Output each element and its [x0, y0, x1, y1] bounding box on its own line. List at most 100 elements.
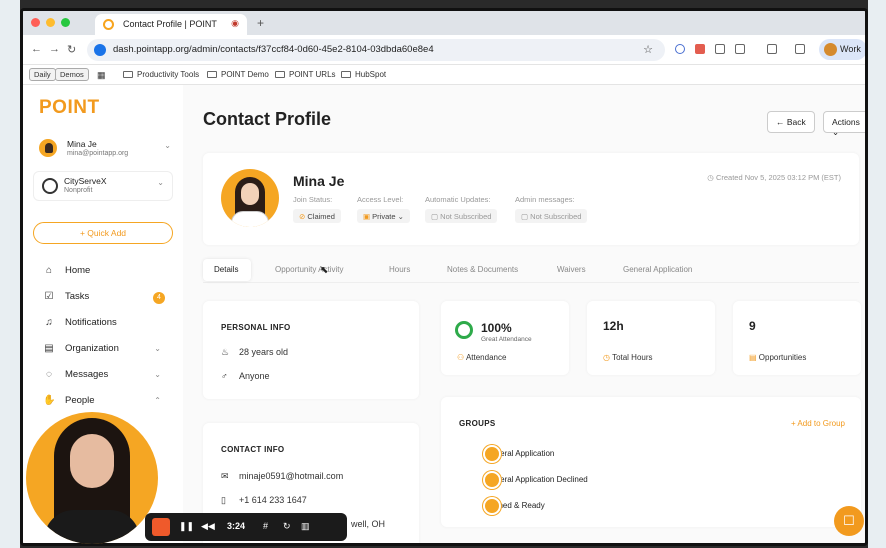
- restart-icon[interactable]: ↻: [283, 521, 291, 532]
- point-logo[interactable]: POINT: [39, 97, 100, 119]
- access-level-select[interactable]: ▣ Private ⌄: [357, 209, 410, 223]
- apps-grid-icon[interactable]: ▦: [97, 70, 106, 81]
- hours-value: 12h: [603, 319, 624, 333]
- automatic-updates-label: Automatic Updates:: [425, 195, 491, 204]
- hours-label-text: Total Hours: [612, 353, 653, 362]
- webcam-shirt: [44, 510, 140, 544]
- trash-icon[interactable]: ▥: [301, 521, 310, 532]
- folder-icon: [275, 71, 285, 78]
- actions-dropdown[interactable]: Actions ⌄: [823, 111, 865, 137]
- phone-value: +1 614 233 1647: [239, 495, 307, 505]
- org-switcher[interactable]: CityServeX Nonprofit ⌄: [33, 171, 173, 201]
- camera-extension-icon[interactable]: [715, 44, 725, 54]
- rewind-icon[interactable]: ◀◀: [201, 521, 215, 532]
- stop-recording-button[interactable]: [152, 518, 170, 536]
- age-row: ♨ 28 years old: [221, 347, 288, 358]
- attendance-stat-card: 100% Great Attendance ⚇ Attendance: [441, 301, 569, 375]
- sidebar-item-label: Notifications: [65, 317, 117, 328]
- page-title: Contact Profile: [203, 109, 332, 129]
- arrow-left-icon: ←: [776, 117, 787, 127]
- grid-icon[interactable]: #: [263, 521, 268, 531]
- avatar-face: [241, 183, 259, 205]
- admin-messages-badge: ▢ Not Subscribed: [515, 209, 588, 223]
- quick-add-button[interactable]: + Quick Add: [33, 222, 173, 244]
- profile-button[interactable]: Work: [819, 39, 865, 60]
- chevron-up-icon: ⌃: [154, 396, 161, 405]
- age-value: 28 years old: [239, 347, 289, 357]
- contact-info-title: CONTACT INFO: [221, 445, 285, 454]
- reload-icon[interactable]: ↻: [67, 43, 76, 56]
- bookmark-folder-hubspot[interactable]: HubSpot: [341, 70, 386, 79]
- folder-icon: [207, 71, 217, 78]
- sidebar-item-label: Home: [65, 265, 91, 276]
- group-icon: [483, 471, 501, 489]
- groups-card: GROUPS + Add to Group General Applicatio…: [441, 397, 861, 527]
- browser-tab[interactable]: Contact Profile | POINT ◉: [95, 14, 247, 35]
- clipboard-icon: ☑: [44, 291, 54, 302]
- puzzle-extensions-icon[interactable]: [735, 44, 745, 54]
- bookmark-label: POINT URLs: [289, 70, 336, 79]
- reading-list-icon[interactable]: [767, 44, 777, 54]
- background-edge-right: [868, 0, 886, 548]
- maximize-window-button[interactable]: [61, 18, 70, 27]
- site-info-icon[interactable]: [94, 44, 106, 56]
- sidebar-item-people[interactable]: ✋ People ⌃: [33, 389, 173, 415]
- back-button[interactable]: ← Back: [767, 111, 815, 133]
- tab-notes-documents[interactable]: Notes & Documents: [447, 265, 518, 274]
- bookmark-folder-productivity[interactable]: Productivity Tools: [123, 70, 199, 79]
- add-to-group-button[interactable]: + Add to Group: [791, 419, 845, 428]
- chevron-down-icon: ⌄: [395, 212, 404, 221]
- group-item[interactable]: Trained & Ready: [459, 497, 545, 515]
- tab-opportunity-activity[interactable]: Opportunity Activity: [275, 265, 343, 274]
- sidebar-item-notifications[interactable]: ♫ Notifications: [33, 311, 173, 337]
- new-tab-button[interactable]: +: [257, 16, 264, 30]
- tab-details[interactable]: Details: [214, 265, 238, 274]
- profile-header-card: Mina Je Join Status: Access Level: Autom…: [203, 153, 859, 245]
- hand-icon: ✋: [43, 395, 56, 406]
- recorder-extension-icon[interactable]: [695, 44, 705, 54]
- clock-icon: ◷: [603, 353, 613, 362]
- folder-icon: [341, 71, 351, 78]
- bookmark-star-icon[interactable]: ☆: [643, 43, 653, 56]
- bookmark-daily[interactable]: Daily: [29, 68, 56, 81]
- tab-waivers[interactable]: Waivers: [557, 265, 586, 274]
- back-nav-icon[interactable]: ←: [31, 43, 42, 55]
- phone-row[interactable]: ▯ +1 614 233 1647: [221, 495, 307, 506]
- attendance-ring-icon: [455, 321, 473, 339]
- mail-icon: ✉: [221, 471, 229, 481]
- url-input[interactable]: dash.pointapp.org/admin/contacts/f37ccf8…: [87, 39, 665, 61]
- contact-name: Mina Je: [293, 173, 345, 189]
- address-value: well, OH: [351, 519, 386, 529]
- close-window-button[interactable]: [31, 18, 40, 27]
- automatic-updates-value: Not Subscribed: [440, 212, 492, 221]
- user-switcher[interactable]: Mina Je mina@pointapp.org ⌄: [37, 135, 173, 165]
- sidebar-item-messages[interactable]: ◌ Messages ⌄: [33, 363, 173, 389]
- org-logo-icon: [42, 178, 58, 194]
- group-item[interactable]: General Application Declined: [459, 471, 588, 489]
- gender-icon: ♂: [221, 371, 228, 381]
- bookmark-folder-point-urls[interactable]: POINT URLs: [275, 70, 336, 79]
- bell-icon: ♫: [45, 317, 53, 328]
- tab-general-application[interactable]: General Application: [623, 265, 692, 274]
- sidebar-item-organization[interactable]: ▤ Organization ⌄: [33, 337, 173, 363]
- email-row[interactable]: ✉ minaje0591@hotmail.com: [221, 471, 343, 482]
- chat-support-button[interactable]: ☐: [834, 506, 864, 536]
- attendance-label-text: Attendance: [465, 353, 507, 362]
- tab-hours[interactable]: Hours: [389, 265, 410, 274]
- sidebar-item-home[interactable]: ⌂ Home: [33, 259, 173, 285]
- org-type: Nonprofit: [64, 187, 93, 194]
- bookmark-folder-point-demo[interactable]: POINT Demo: [207, 70, 269, 79]
- media-control-icon[interactable]: [795, 44, 805, 54]
- extension-icon[interactable]: [675, 44, 685, 54]
- sidebar-item-tasks[interactable]: ☑ Tasks 4: [33, 285, 173, 311]
- lock-icon: ▣: [363, 212, 373, 221]
- pause-icon[interactable]: ❚❚: [179, 521, 194, 532]
- forward-nav-icon[interactable]: →: [49, 43, 60, 55]
- opportunities-stat-card: 9 ▤ Opportunities: [733, 301, 861, 375]
- chevron-down-icon: ⌄: [157, 178, 164, 187]
- building-icon: ▤: [44, 343, 54, 354]
- group-item[interactable]: General Application: [459, 445, 554, 463]
- minimize-window-button[interactable]: [46, 18, 55, 27]
- recording-indicator-icon[interactable]: ◉: [231, 18, 239, 29]
- bookmark-demos[interactable]: Demos: [55, 68, 89, 81]
